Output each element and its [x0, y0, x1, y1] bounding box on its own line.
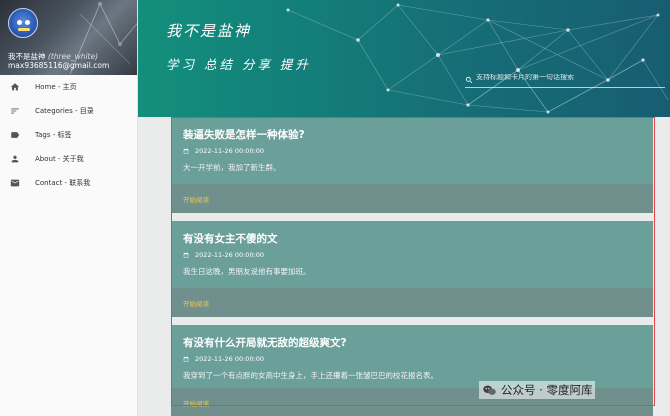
post-meta: 2022-11-26 00:00:00: [183, 355, 641, 363]
sidebar-item-label: About - 关于我: [35, 155, 84, 163]
post-title[interactable]: 有没有什么开局就无敌的超级爽文?: [183, 325, 641, 350]
sidebar-item-home[interactable]: Home - 主页: [0, 75, 137, 99]
post-date: 2022-11-26 00:00:00: [195, 355, 265, 363]
sidebar-nav: Home - 主页 Categories - 目录 Tags - 标签 Abou…: [0, 75, 137, 195]
site-title[interactable]: 我不是盐神: [166, 20, 251, 41]
sidebar-item-tags[interactable]: Tags - 标签: [0, 123, 137, 147]
watermark-text: 公众号 · 零度阿库: [501, 383, 593, 397]
sidebar-item-categories[interactable]: Categories - 目录: [0, 99, 137, 123]
post-card: 装逼失败是怎样一种体验? 2022-11-26 00:00:00 大一开学前，我…: [171, 117, 653, 213]
post-meta: 2022-11-26 00:00:00: [183, 147, 641, 155]
categories-icon: [10, 106, 20, 116]
post-title[interactable]: 有没有女主不傻的文: [183, 221, 641, 246]
sidebar: 我不是盐神 (three_white) max93685116@gmail.co…: [0, 0, 138, 416]
post-footer: 开始阅读: [171, 288, 653, 317]
calendar-icon: [183, 356, 189, 362]
profile-header: 我不是盐神 (three_white) max93685116@gmail.co…: [0, 0, 137, 75]
read-more-link[interactable]: 开始阅读: [183, 194, 209, 204]
sidebar-item-about[interactable]: About - 关于我: [0, 147, 137, 171]
post-card: 有没有女主不傻的文 2022-11-26 00:00:00 我生日这晚，男朋友说…: [171, 221, 653, 317]
search-bar: [465, 74, 665, 88]
user-email: max93685116@gmail.com: [8, 61, 110, 70]
search-icon: [465, 76, 473, 84]
sidebar-item-label: Contact - 联系我: [35, 179, 91, 187]
avatar[interactable]: [8, 8, 38, 38]
sidebar-item-label: Categories - 目录: [35, 107, 94, 115]
sidebar-item-label: Tags - 标签: [35, 131, 72, 139]
mail-icon: [10, 178, 20, 188]
read-more-link[interactable]: 开始阅读: [183, 298, 209, 308]
tag-icon: [10, 130, 20, 140]
home-icon: [10, 82, 20, 92]
post-excerpt: 我生日这晚，男朋友说他有事要加班。: [183, 267, 311, 276]
person-icon: [10, 154, 20, 164]
site-header: 我不是盐神 学习 总结 分享 提升: [138, 0, 670, 117]
watermark: 公众号 · 零度阿库: [479, 381, 596, 399]
search-input[interactable]: [476, 74, 656, 81]
post-date: 2022-11-26 00:00:00: [195, 251, 265, 259]
calendar-icon: [183, 148, 189, 154]
sidebar-item-label: Home - 主页: [35, 83, 77, 91]
post-excerpt: 大一开学前，我加了新生群。: [183, 163, 281, 172]
post-footer: 开始阅读: [171, 184, 653, 213]
post-excerpt: 我穿到了一个有点胖的女高中生身上，手上还攥着一张皱巴巴的校花报名表。: [183, 371, 438, 380]
sidebar-item-contact[interactable]: Contact - 联系我: [0, 171, 137, 195]
site-slogan: 学习 总结 分享 提升: [166, 57, 311, 72]
post-date: 2022-11-26 00:00:00: [195, 147, 265, 155]
post-title[interactable]: 装逼失败是怎样一种体验?: [183, 117, 641, 142]
read-more-link[interactable]: 开始阅读: [183, 398, 209, 408]
post-card: 有没有什么开局就无敌的超级爽文? 2022-11-26 00:00:00 我穿到…: [171, 325, 653, 416]
wechat-icon: [483, 385, 496, 395]
post-meta: 2022-11-26 00:00:00: [183, 251, 641, 259]
calendar-icon: [183, 252, 189, 258]
